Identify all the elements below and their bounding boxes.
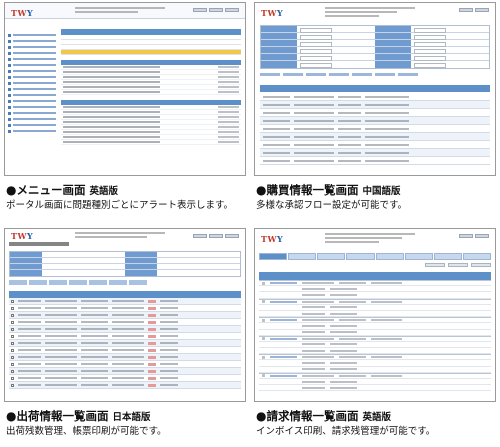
header-info-lines xyxy=(325,7,415,19)
panel-menu-screen: TWY ●メニュー画面 英語版 ポータル画面に問題種別ごとにアラート表示します。 xyxy=(4,2,246,212)
status-tabs[interactable] xyxy=(259,253,491,260)
purchase-table xyxy=(260,85,490,170)
caption-invoice: ●請求情報一覧画面 英語版 インボイス印刷、請求残管理が可能です。 xyxy=(254,409,496,438)
caption-description: インボイス印刷、請求残管理が可能です。 xyxy=(256,426,436,437)
caption-title: ●出荷情報一覧画面 日本語版 xyxy=(6,409,151,423)
header-info-lines xyxy=(75,7,165,15)
search-form[interactable] xyxy=(260,25,490,69)
caption-language: 英語版 xyxy=(89,186,119,197)
alert-row-highlight[interactable] xyxy=(61,50,241,55)
status-tabs[interactable] xyxy=(260,73,490,78)
header-info-lines xyxy=(325,233,415,245)
caption-language: 中国語版 xyxy=(362,186,401,197)
caption-purchase: ●購買情報一覧画面 中国語版 多様な承認フロー設定が可能です。 xyxy=(254,183,496,212)
invoice-table xyxy=(259,272,491,397)
caption-menu: ●メニュー画面 英語版 ポータル画面に問題種別ごとにアラート表示します。 xyxy=(4,183,246,212)
panel-shipping-list: TWY ●出荷情報一覧画面 日本語版 出荷残数管理、帳票印刷が可能です。 xyxy=(4,228,246,438)
caption-title: ●メニュー画面 英語版 xyxy=(6,183,119,197)
header-buttons[interactable] xyxy=(459,8,489,12)
shipping-table xyxy=(9,291,241,397)
app-header: TWY xyxy=(5,3,245,19)
app-logo: TWY xyxy=(261,234,284,244)
caption-title: ●請求情報一覧画面 英語版 xyxy=(256,409,392,423)
app-header: TWY xyxy=(255,229,495,249)
panel-purchase-list: TWY ●購買情報一覧画面 中国語版 多様な承認フロー設定が可能です。 xyxy=(254,2,496,212)
caption-description: 出荷残数管理、帳票印刷が可能です。 xyxy=(6,426,167,437)
screenshot-shipping: TWY xyxy=(4,228,246,402)
panel-invoice-list: TWY ●請求情報一覧画面 英語版 インボイス印刷、請求残管理が可能です。 xyxy=(254,228,496,438)
app-logo: TWY xyxy=(261,8,284,18)
screenshot-invoice: TWY xyxy=(254,228,496,402)
sidebar-menu[interactable] xyxy=(8,31,56,171)
search-form[interactable] xyxy=(9,251,241,277)
caption-title: ●購買情報一覧画面 中国語版 xyxy=(256,183,401,197)
header-buttons[interactable] xyxy=(193,234,239,238)
app-header: TWY xyxy=(255,3,495,21)
alert-dashboard xyxy=(61,29,241,171)
status-tabs[interactable] xyxy=(9,280,241,286)
app-logo: TWY xyxy=(11,8,34,18)
header-buttons[interactable] xyxy=(193,8,239,12)
caption-description: ポータル画面に問題種別ごとにアラート表示します。 xyxy=(6,200,234,211)
app-logo: TWY xyxy=(11,231,34,241)
header-info-lines xyxy=(75,232,165,240)
toolbar[interactable] xyxy=(259,263,491,269)
caption-language: 日本語版 xyxy=(112,412,151,423)
caption-shipping: ●出荷情報一覧画面 日本語版 出荷残数管理、帳票印刷が可能です。 xyxy=(4,409,246,438)
screenshot-purchase: TWY xyxy=(254,2,496,176)
caption-language: 英語版 xyxy=(362,412,392,423)
screenshot-menu: TWY xyxy=(4,2,246,176)
page-title-bar xyxy=(9,242,69,246)
header-buttons[interactable] xyxy=(459,234,489,238)
caption-description: 多様な承認フロー設定が可能です。 xyxy=(256,200,408,211)
